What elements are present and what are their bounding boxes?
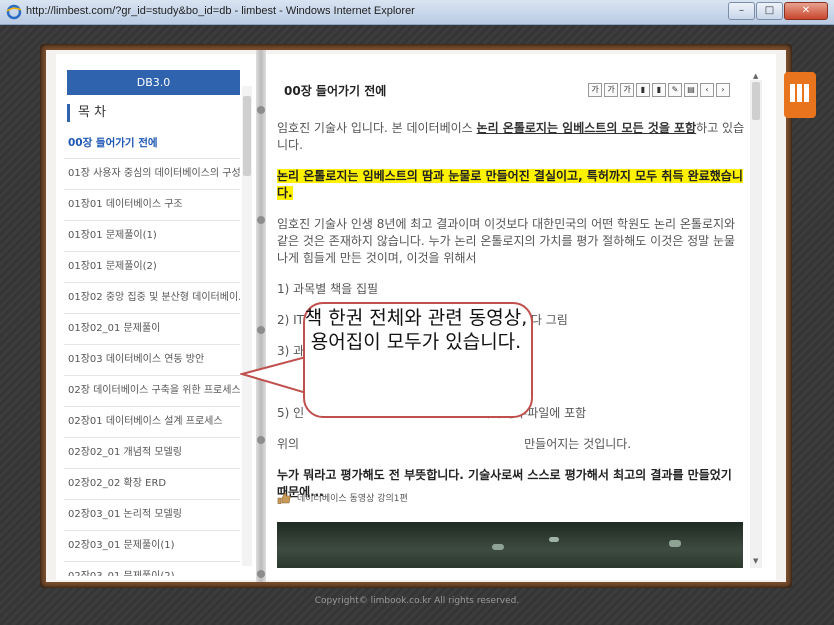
body-paragraph: 위의 만들어지는 것입니다. xyxy=(277,437,632,451)
close-button[interactable]: ✕ xyxy=(784,2,828,20)
video-link[interactable]: 데이터베이스 동영상 강의1편 xyxy=(277,491,408,504)
scroll-up-icon[interactable]: ▲ xyxy=(753,72,758,80)
page-scrollbar[interactable] xyxy=(750,80,762,568)
toc-item[interactable]: 02장03_01 문제풀이(2) xyxy=(64,562,240,576)
font-size-decrease-button[interactable]: 가 xyxy=(588,83,602,97)
library-book xyxy=(804,84,809,102)
page-scroll-thumb[interactable] xyxy=(752,82,760,120)
highlighted-text: 논리 온톨로지는 임베스트의 땀과 눈물로 만들어진 결실이고, 특허까지 모두… xyxy=(277,169,743,200)
video-frame-detail xyxy=(669,540,681,547)
toc-item[interactable]: 02장03_01 문제풀이(1) xyxy=(64,531,240,562)
close-icon: ✕ xyxy=(801,5,811,16)
callout-tail xyxy=(240,355,310,395)
toc-item[interactable]: 01장01 문제풀이(2) xyxy=(64,252,240,283)
intro-paragraph: 임호진 기술사 입니다. 본 데이터베이스 논리 온톨로지는 임베스트의 모든 … xyxy=(277,120,745,154)
binder-ring xyxy=(257,436,265,444)
binder-rings xyxy=(255,96,267,586)
binder-ring xyxy=(257,106,265,114)
print-icon[interactable]: ▤ xyxy=(684,83,698,97)
toc-item[interactable]: 02장02_02 확장 ERD xyxy=(64,469,240,500)
copyright-footer: Copyright© limbook.co.kr All rights rese… xyxy=(314,596,520,606)
bookmark-list-icon[interactable]: ▮ xyxy=(652,83,666,97)
list-item: 1) 과목별 책을 집필 xyxy=(277,282,379,296)
toc-header[interactable]: DB3.0 xyxy=(67,70,240,95)
minimize-icon: – xyxy=(739,5,744,16)
toc-item[interactable]: 02장02_01 개념적 모델링 xyxy=(64,438,240,469)
maximize-icon: □ xyxy=(764,5,775,16)
toc-item[interactable]: 01장01 문제풀이(1) xyxy=(64,221,240,252)
toc-list: 00장 들어가기 전에 01장 사용자 중심의 데이터베이스의 구성 01장01… xyxy=(64,128,240,576)
font-size-increase-button[interactable]: 가 xyxy=(620,83,634,97)
edit-icon[interactable]: ✎ xyxy=(668,83,682,97)
chapter-title: 00장 들어가기 전에 xyxy=(284,84,387,98)
page-toolbar: 가 가 가 ▮ ▮ ✎ ▤ ‹ › xyxy=(586,83,730,97)
library-book xyxy=(797,84,802,102)
maximize-button[interactable]: □ xyxy=(756,2,783,20)
toc-item[interactable]: 02장01 데이터베이스 설계 프로세스 xyxy=(64,407,240,438)
bookmark-icon[interactable]: ▮ xyxy=(636,83,650,97)
binder-ring xyxy=(257,570,265,578)
toc-item[interactable]: 01장 사용자 중심의 데이터베이스의 구성 xyxy=(64,159,240,190)
intro-text: 임호진 기술사 입니다. 본 데이터베이스 xyxy=(277,121,477,135)
thumbs-up-icon xyxy=(277,492,291,504)
next-page-icon[interactable]: › xyxy=(716,83,730,97)
toc-item[interactable]: 01장02_01 문제풀이 xyxy=(64,314,240,345)
toc-item[interactable]: 02장03_01 논리적 모델링 xyxy=(64,500,240,531)
toc-item[interactable]: 02장 데이터베이스 구축을 위한 프로세스 xyxy=(64,376,240,407)
toc-item[interactable]: 01장01 데이터베이스 구조 xyxy=(64,190,240,221)
underlined-text: 논리 온톨로지는 임베스트의 모든 것을 포함 xyxy=(476,121,697,135)
window-titlebar: http://limbest.com/?gr_id=study&bo_id=db… xyxy=(0,0,834,25)
highlight-paragraph: 논리 온톨로지는 임베스트의 땀과 눈물로 만들어진 결실이고, 특허까지 모두… xyxy=(277,168,745,202)
ie-icon xyxy=(6,4,22,20)
video-frame-detail xyxy=(492,544,504,550)
toc-scroll-thumb[interactable] xyxy=(243,96,251,176)
toc-title: 목 차 xyxy=(67,104,106,122)
toc-item[interactable]: 01장03 데이터베이스 연동 방안 xyxy=(64,345,240,376)
font-size-reset-button[interactable]: 가 xyxy=(604,83,618,97)
scroll-down-icon[interactable]: ▼ xyxy=(753,557,758,565)
library-icon[interactable] xyxy=(784,72,816,118)
video-link-label: 데이터베이스 동영상 강의1편 xyxy=(297,494,408,504)
callout-text: 책 한권 전체와 관련 동영상, 용어집이 모두가 있습니다. xyxy=(304,307,528,353)
binder-ring xyxy=(257,216,265,224)
prev-page-icon[interactable]: ‹ xyxy=(700,83,714,97)
toc-scrollbar[interactable] xyxy=(242,86,252,566)
toc-item[interactable]: 01장02 중앙 집중 및 분산형 데이터베이... xyxy=(64,283,240,314)
video-thumbnail[interactable] xyxy=(277,522,743,568)
video-frame-detail xyxy=(549,537,559,542)
minimize-button[interactable]: – xyxy=(728,2,755,20)
library-book xyxy=(790,84,795,102)
window-title: http://limbest.com/?gr_id=study&bo_id=db… xyxy=(26,5,415,17)
body-paragraph: 임호진 기술사 인생 8년에 최고 결과이며 이것보다 대한민국의 어떤 학원도… xyxy=(277,217,736,265)
toc-item[interactable]: 00장 들어가기 전에 xyxy=(64,128,240,159)
binder-ring xyxy=(257,326,265,334)
